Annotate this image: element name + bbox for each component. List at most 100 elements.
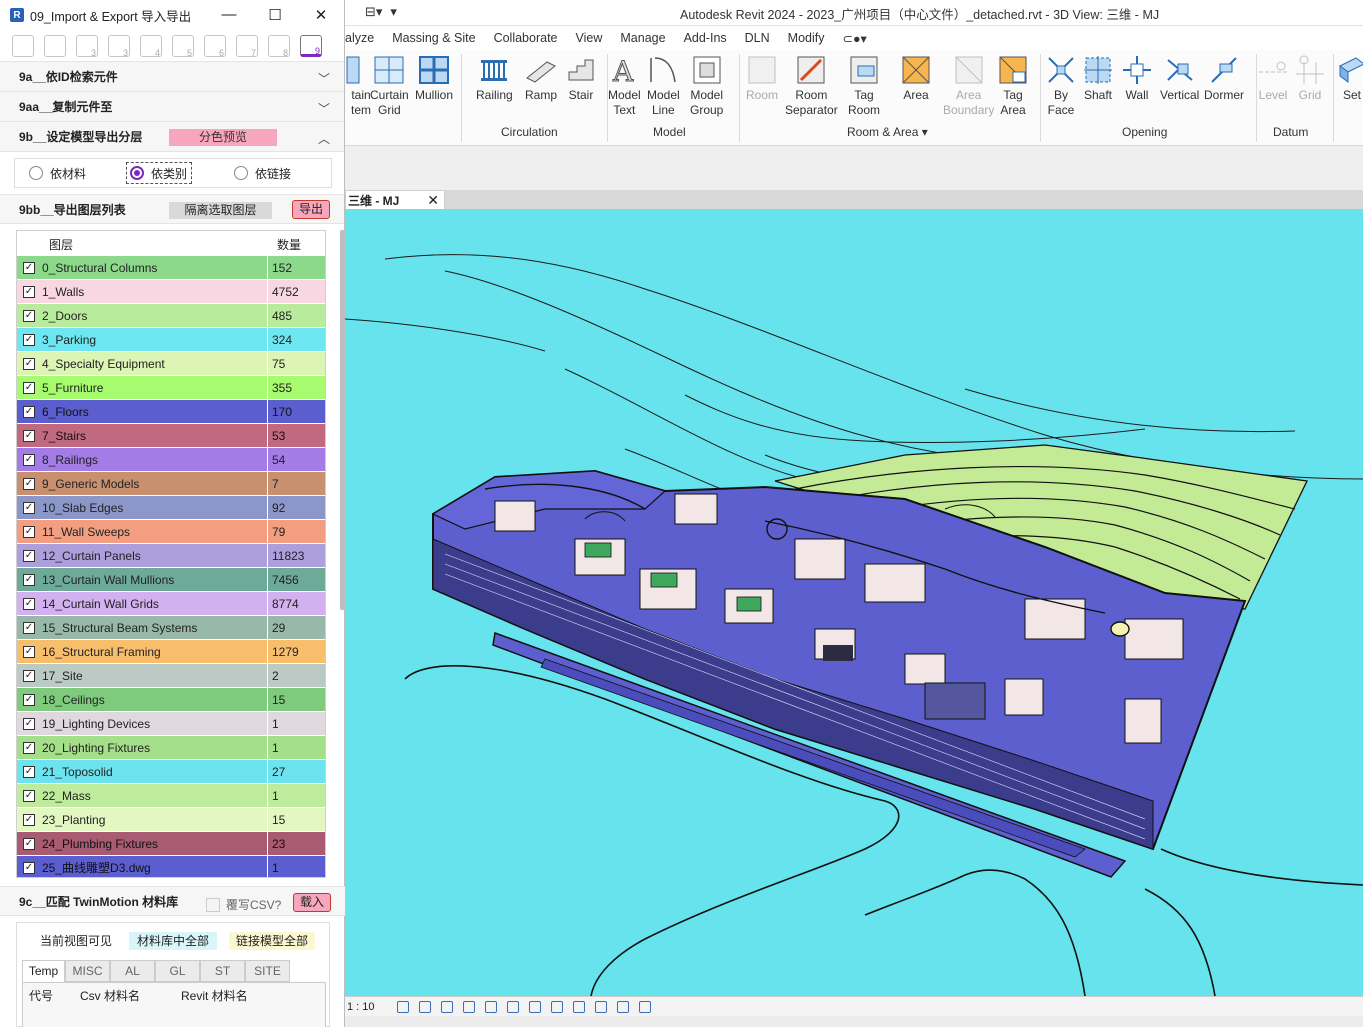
tag-area-button[interactable]: Tag Area [997,54,1029,118]
layer-checkbox[interactable]: ✓ [23,261,35,274]
layer-checkbox[interactable]: ✓ [23,693,35,706]
layer-checkbox[interactable]: ✓ [23,525,35,538]
level-button[interactable]: Level [1257,54,1289,103]
load-button[interactable]: 载入 [293,893,331,912]
column-header-layer[interactable]: 图层 [49,236,277,253]
tab-dln[interactable]: DLN [736,31,779,45]
tab-collaborate[interactable]: Collaborate [485,31,567,45]
sync-icon[interactable]: ⊟▾ [365,4,382,20]
area-boundary-button[interactable]: Area Boundary [943,54,994,118]
layer-row[interactable]: ✓ 1_Walls 4752 [17,279,325,304]
minimize-icon[interactable]: — [206,6,252,24]
module-import-export-icon[interactable]: 9 [300,34,322,57]
model-line-button[interactable]: Model Line [647,54,680,118]
isolate-selected-layers-button[interactable]: 隔离选取图层 [169,202,272,219]
library-all-button[interactable]: 材料库中全部 [129,932,217,950]
curtain-grid-button[interactable]: Curtain Grid [370,54,409,118]
layer-row[interactable]: ✓ 8_Railings 54 [17,447,325,472]
model-group-button[interactable]: Model Group [690,54,723,118]
layer-row[interactable]: ✓ 6_Floors 170 [17,399,325,424]
worksharing-display-icon[interactable] [617,1000,629,1013]
radio-by-material[interactable]: 依材料 [15,165,120,182]
layer-checkbox[interactable]: ✓ [23,333,35,346]
module-8-icon[interactable]: 7 [236,34,258,58]
section-9aa[interactable]: 9aa__复制元件至 ﹀ [0,92,344,122]
layer-row[interactable]: ✓ 21_Toposolid 27 [17,759,325,784]
layer-row[interactable]: ✓ 19_Lighting Devices 1 [17,711,325,736]
tab-view[interactable]: View [567,31,612,45]
show-crop-icon[interactable] [529,1000,541,1013]
layer-row[interactable]: ✓ 4_Specialty Equipment 75 [17,351,325,376]
color-preview-button[interactable]: 分色预览 [169,129,277,146]
layer-row[interactable]: ✓ 3_Parking 324 [17,327,325,352]
reveal-hidden-icon[interactable] [595,1000,607,1013]
dormer-button[interactable]: Dormer [1204,54,1244,103]
layer-row[interactable]: ✓ 7_Stairs 53 [17,423,325,448]
vertical-opening-button[interactable]: Vertical [1160,54,1199,103]
area-button[interactable]: Area [900,54,932,103]
scale-selector[interactable]: 1 : 10 [347,1001,397,1013]
layer-row[interactable]: ✓ 11_Wall Sweeps 79 [17,519,325,544]
layer-checkbox[interactable]: ✓ [23,669,35,682]
close-icon[interactable]: ✕ [427,192,439,209]
section-9b[interactable]: 9b__设定模型导出分层 分色预览 ︿ [0,122,344,152]
layer-checkbox[interactable]: ✓ [23,717,35,730]
layer-checkbox[interactable]: ✓ [23,765,35,778]
by-face-button[interactable]: By Face [1045,54,1077,118]
tab-contextual-toggle[interactable]: ⊂●▾ [834,31,876,46]
qat-dropdown-icon[interactable]: ▾ [390,4,397,20]
material-mapping-grid[interactable]: 代号 Csv 材料名 Revit 材料名 [22,982,326,1027]
overwrite-csv-checkbox[interactable]: 覆写CSV? [206,896,281,913]
layer-checkbox[interactable]: ✓ [23,741,35,754]
room-area-panel-label[interactable]: Room & Area ▾ [847,125,928,139]
layer-row[interactable]: ✓ 24_Plumbing Fixtures 23 [17,831,325,856]
tab-misc[interactable]: MISC [65,960,110,982]
room-button[interactable]: Room [746,54,778,103]
radio-by-link[interactable]: 依链接 [220,165,325,182]
layer-checkbox[interactable]: ✓ [23,501,35,514]
layer-row[interactable]: ✓ 12_Curtain Panels 11823 [17,543,325,568]
export-button[interactable]: 导出 [292,200,330,219]
layer-checkbox[interactable]: ✓ [23,453,35,466]
tab-manage[interactable]: Manage [611,31,674,45]
section-9a[interactable]: 9a__依ID检索元件 ﹀ [0,62,344,92]
layer-checkbox[interactable]: ✓ [23,789,35,802]
layer-checkbox[interactable]: ✓ [23,645,35,658]
layer-checkbox[interactable]: ✓ [23,621,35,634]
grid-button[interactable]: Grid [1294,54,1326,103]
set-workplane-button[interactable]: Set [1336,54,1363,103]
module-5-icon[interactable]: 4 [140,34,162,58]
layer-row[interactable]: ✓ 18_Ceilings 15 [17,687,325,712]
tab-temp[interactable]: Temp [22,960,65,982]
3d-viewport[interactable] [345,209,1363,996]
module-6-icon[interactable]: 5 [172,34,194,58]
chevron-down-icon[interactable]: ﹀ [318,70,330,87]
layer-row[interactable]: ✓ 2_Doors 485 [17,303,325,328]
layer-checkbox[interactable]: ✓ [23,813,35,826]
view-tab-3d-mj[interactable]: 三维 - MJ ✕ [345,190,445,209]
room-separator-button[interactable]: Room Separator [785,54,838,118]
module-2-search-icon[interactable] [44,34,66,57]
layer-row[interactable]: ✓ 15_Structural Beam Systems 29 [17,615,325,640]
layer-checkbox[interactable]: ✓ [23,597,35,610]
tab-gl[interactable]: GL [155,960,200,982]
mullion-button[interactable]: Mullion [415,54,453,103]
layer-row[interactable]: ✓ 17_Site 2 [17,663,325,688]
temporary-hide-icon[interactable] [573,1000,585,1013]
layer-row[interactable]: ✓ 5_Furniture 355 [17,375,325,400]
layer-row[interactable]: ✓ 20_Lighting Fixtures 1 [17,735,325,760]
layer-row[interactable]: ✓ 10_Slab Edges 92 [17,495,325,520]
layer-checkbox[interactable]: ✓ [23,549,35,562]
tab-al[interactable]: AL [110,960,155,982]
layer-checkbox[interactable]: ✓ [23,477,35,490]
layer-checkbox[interactable]: ✓ [23,573,35,586]
close-icon[interactable]: ✕ [298,6,344,24]
crop-view-icon[interactable] [507,1000,519,1013]
tab-analyze[interactable]: alyze [345,31,383,45]
layer-checkbox[interactable]: ✓ [23,381,35,394]
quick-access-toolbar[interactable]: ⊟▾ ▾ [365,4,397,20]
chevron-down-icon[interactable]: ﹀ [318,100,330,117]
visual-style-icon[interactable] [419,1000,431,1013]
plugin-scrollbar[interactable] [340,230,345,610]
module-7-icon[interactable]: 6 [204,34,226,58]
